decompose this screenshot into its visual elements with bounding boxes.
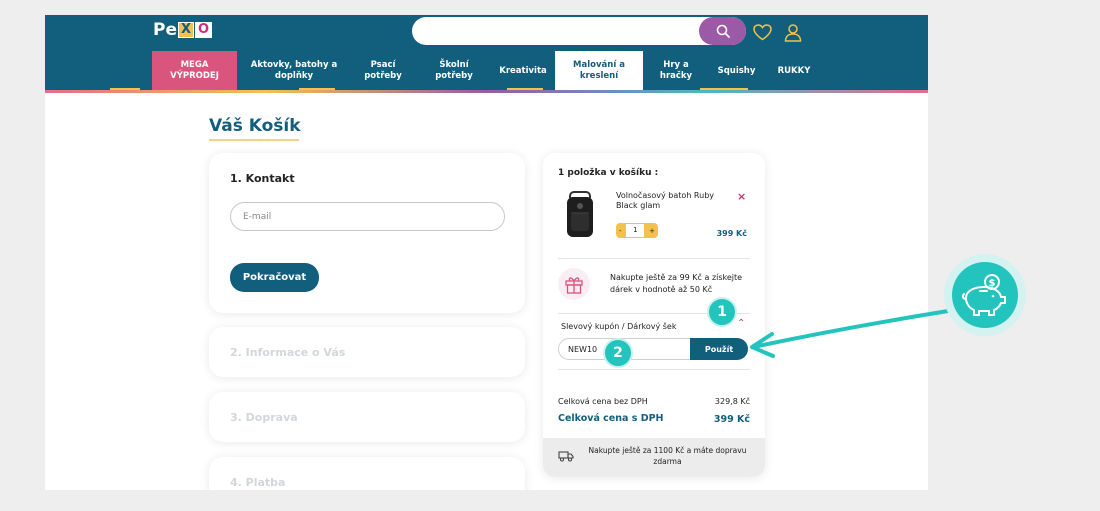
shipping-step-card[interactable]: 3. Doprava — [209, 392, 525, 442]
qty-plus-button[interactable]: + — [649, 227, 655, 235]
logo-box-x: X — [178, 22, 195, 38]
apply-coupon-button[interactable]: Použít — [690, 338, 748, 360]
item-price: 399 Kč — [716, 229, 747, 238]
cart-heading: 1 položka v košíku : — [558, 168, 659, 178]
annotation-badge-1: 1 — [707, 297, 737, 327]
nav-item-hry-hracky[interactable]: Hry a hračky — [650, 51, 702, 91]
pexo-logo[interactable]: Pe X O — [153, 19, 213, 41]
backpack-image — [567, 191, 593, 237]
piggy-bank-icon: $ — [961, 274, 1006, 316]
piggy-bank-circle: $ — [952, 262, 1018, 328]
nav-label: MEGA VÝPRODEJ — [170, 60, 219, 81]
search-button[interactable] — [699, 17, 746, 45]
contact-card: 1. Kontakt Pokračovat — [209, 153, 525, 313]
free-shipping-text: Nakupte ještě za 1100 Kč a máte dopravu … — [588, 446, 747, 466]
net-price-label: Celková cena bez DPH — [558, 397, 648, 406]
nav-item-mega-vyprodej[interactable]: MEGA VÝPRODEJ — [152, 51, 237, 91]
contact-step-title: 1. Kontakt — [230, 172, 295, 185]
payment-step-title: 4. Platba — [230, 476, 286, 489]
title-underline — [209, 139, 299, 141]
nav-label: Aktovky, batohy a doplňky — [250, 60, 338, 81]
product-name[interactable]: Volnočasový batoh Ruby Black glam — [616, 191, 734, 212]
free-shipping-banner: Nakupte ještě za 1100 Kč a máte dopravu … — [543, 438, 765, 477]
net-price-value: 329,8 Kč — [714, 397, 750, 406]
search-input[interactable] — [412, 17, 746, 45]
nav-accent — [700, 88, 748, 90]
page-title: Váš Košík — [209, 116, 301, 136]
nav-item-malovani[interactable]: Malování a kreslení — [555, 51, 643, 91]
divider — [558, 369, 750, 370]
shipping-step-title: 3. Doprava — [230, 411, 298, 424]
remove-item-button[interactable]: × — [737, 190, 746, 203]
quantity-stepper: - 1 + — [616, 223, 658, 238]
continue-button[interactable]: Pokračovat — [230, 263, 319, 292]
nav-accent — [507, 88, 543, 90]
nav-label: Hry a hračky — [659, 60, 693, 81]
gift-icon-wrap — [558, 268, 590, 300]
nav-accent — [110, 88, 140, 90]
chevron-up-icon[interactable]: ⌃ — [737, 318, 745, 329]
nav-label: Školní potřeby — [435, 60, 473, 81]
annotation-badge-2: 2 — [603, 338, 633, 368]
gift-promo-text: Nakupte ještě za 99 Kč a získejte dárek … — [610, 273, 743, 295]
email-field[interactable] — [230, 202, 505, 231]
total-price-label: Celková cena s DPH — [558, 413, 664, 424]
nav-label: Psací potřeby — [364, 60, 402, 81]
divider — [558, 258, 750, 259]
gift-icon — [565, 277, 583, 294]
qty-minus-button[interactable]: - — [619, 227, 622, 235]
browser-viewport: Pe X O MEGA VÝPRODEJ Aktovky, batohy a dop… — [45, 15, 928, 490]
qty-value[interactable]: 1 — [626, 224, 645, 237]
nav-label: Squishy — [717, 65, 756, 76]
nav-accent — [299, 88, 335, 90]
nav-label: RUKKY — [777, 65, 811, 76]
piggy-bank-badge: $ — [944, 254, 1026, 336]
nav-label: Malování a kreslení — [573, 60, 625, 81]
nav-item-psaci-potreby[interactable]: Psací potřeby — [351, 51, 415, 91]
nav-item-rukky[interactable]: RUKKY — [770, 51, 818, 91]
nav-item-aktovky[interactable]: Aktovky, batohy a doplňky — [245, 51, 343, 91]
payment-step-card[interactable]: 4. Platba — [209, 457, 525, 490]
coupon-label[interactable]: Slevový kupón / Dárkový šek — [561, 322, 676, 331]
truck-icon — [558, 451, 574, 462]
nav-item-skolni-potreby[interactable]: Školní potřeby — [423, 51, 485, 91]
color-stripe — [45, 90, 928, 93]
nav-item-squishy[interactable]: Squishy — [705, 51, 768, 91]
logo-box-o: O — [195, 22, 213, 38]
info-step-card[interactable]: 2. Informace o Vás — [209, 327, 525, 377]
main-nav: MEGA VÝPRODEJ Aktovky, batohy a doplňky … — [45, 47, 928, 91]
user-icon — [784, 23, 802, 42]
header-bar: Pe X O — [45, 15, 928, 47]
nav-item-kreativita[interactable]: Kreativita — [493, 51, 553, 91]
nav-label: Kreativita — [499, 65, 547, 76]
heart-icon — [752, 23, 772, 40]
logo-text: Pe — [153, 20, 177, 40]
total-price-value: 399 Kč — [713, 414, 750, 425]
info-step-title: 2. Informace o Vás — [230, 346, 346, 359]
wishlist-button[interactable] — [752, 22, 772, 42]
search-icon — [716, 24, 730, 38]
account-button[interactable] — [783, 22, 803, 42]
